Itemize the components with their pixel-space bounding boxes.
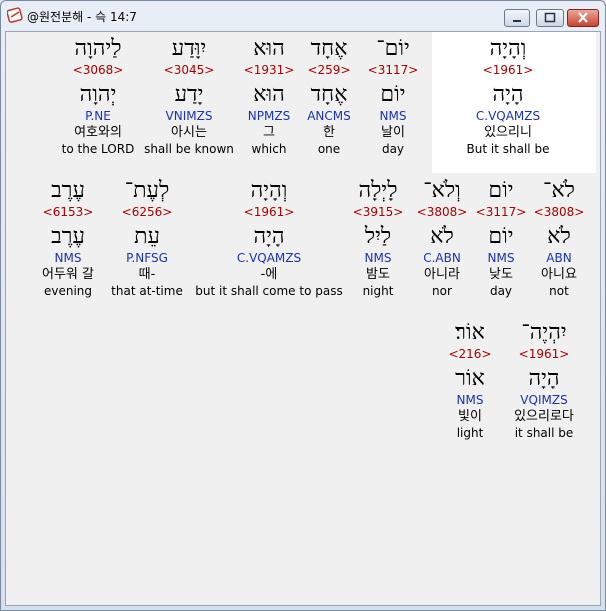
morph-code: C.VQAMZS	[236, 251, 302, 265]
morph-code: P.NE	[85, 109, 111, 123]
strong-number[interactable]: <6256>	[97, 204, 197, 220]
hebrew-word: יִהְיֶה־	[521, 320, 567, 345]
word-cell[interactable]: יִהְיֶה־ <1961> הָיָה VQIMZS 있으리로다 it sh…	[494, 320, 594, 441]
word-cell[interactable]: לְעֶת־ <6256> עֵת P.NFSG 때- that at-time	[97, 178, 197, 299]
strong-number[interactable]: <1961>	[189, 204, 349, 220]
hebrew-root: יְהוָה	[79, 82, 117, 107]
close-button[interactable]	[567, 9, 599, 27]
app-window: @원전분해 - 슥 14:7 לַיהוָה <3068> יְהוָה P.N…	[0, 0, 606, 611]
morph-code: VQIMZS	[520, 393, 568, 407]
hebrew-root: יוֹם	[380, 82, 406, 107]
word-cell[interactable]: וְהָיָה <1961> הָיָה C.VQAMZS -에 but it …	[189, 178, 349, 299]
maximize-button[interactable]	[536, 9, 564, 27]
hebrew-root: הָיָה	[253, 224, 285, 249]
english-gloss: not	[549, 284, 569, 298]
minimize-icon	[513, 20, 521, 22]
strong-number[interactable]: <1961>	[458, 62, 558, 78]
hebrew-word: לַיהוָה	[74, 36, 122, 61]
hebrew-word: יוֹם־	[376, 36, 410, 61]
hebrew-root: לֹא	[547, 224, 571, 249]
hebrew-word: לֹא־	[543, 178, 575, 203]
window-title: @원전분해 - 슥 14:7	[27, 10, 137, 24]
korean-gloss: 때-	[138, 267, 156, 282]
morph-code: C.VQAMZS	[475, 109, 541, 123]
morph-code: P.NFSG	[126, 251, 168, 265]
english-gloss: that at-time	[111, 284, 183, 298]
english-gloss: to the LORD	[61, 142, 135, 156]
hebrew-root: עֵת	[134, 224, 160, 249]
strong-number[interactable]: <3068>	[48, 62, 148, 78]
hebrew-word: לְעֶת־	[124, 178, 170, 203]
hebrew-word: וְהָיָה	[250, 178, 288, 203]
korean-gloss: -에	[260, 267, 278, 282]
morph-code: ABN	[546, 251, 572, 265]
strong-number[interactable]: <3808>	[509, 204, 606, 220]
korean-gloss: 아니요	[541, 267, 577, 282]
korean-gloss: 날이	[381, 125, 405, 140]
hebrew-root: הָיָה	[492, 82, 524, 107]
hebrew-root: הָיָה	[528, 366, 560, 391]
title-bar[interactable]: @원전분해 - 슥 14:7	[1, 1, 605, 31]
minimize-button[interactable]	[504, 9, 530, 27]
strong-number[interactable]: <1961>	[494, 346, 594, 362]
korean-gloss: 있으리로다	[514, 409, 574, 424]
word-cell[interactable]: יוֹם־ <3117> יוֹם NMS 날이 day	[343, 36, 443, 157]
interlinear-panel: לַיהוָה <3068> יְהוָה P.NE 여호와의 to the L…	[5, 31, 601, 606]
word-cell[interactable]: לַיהוָה <3068> יְהוָה P.NE 여호와의 to the L…	[48, 36, 148, 157]
english-gloss: it shall be	[514, 426, 574, 440]
english-gloss: But it shall be	[466, 142, 550, 156]
hebrew-word: וְהָיָה	[489, 36, 527, 61]
korean-gloss: 여호와의	[74, 125, 122, 140]
word-cell-selected[interactable]: וְהָיָה <1961> הָיָה C.VQAMZS 있으리니 But i…	[458, 36, 558, 157]
maximize-icon	[544, 12, 556, 23]
morph-code: NMS	[379, 109, 407, 123]
close-icon	[578, 12, 588, 23]
korean-gloss: 있으리니	[484, 125, 532, 140]
bible-app-icon	[6, 7, 23, 23]
english-gloss: day	[381, 142, 405, 156]
word-cell[interactable]: לֹא־ <3808> לֹא ABN 아니요 not	[509, 178, 606, 299]
strong-number[interactable]: <3117>	[343, 62, 443, 78]
english-gloss: but it shall come to pass	[195, 284, 343, 298]
